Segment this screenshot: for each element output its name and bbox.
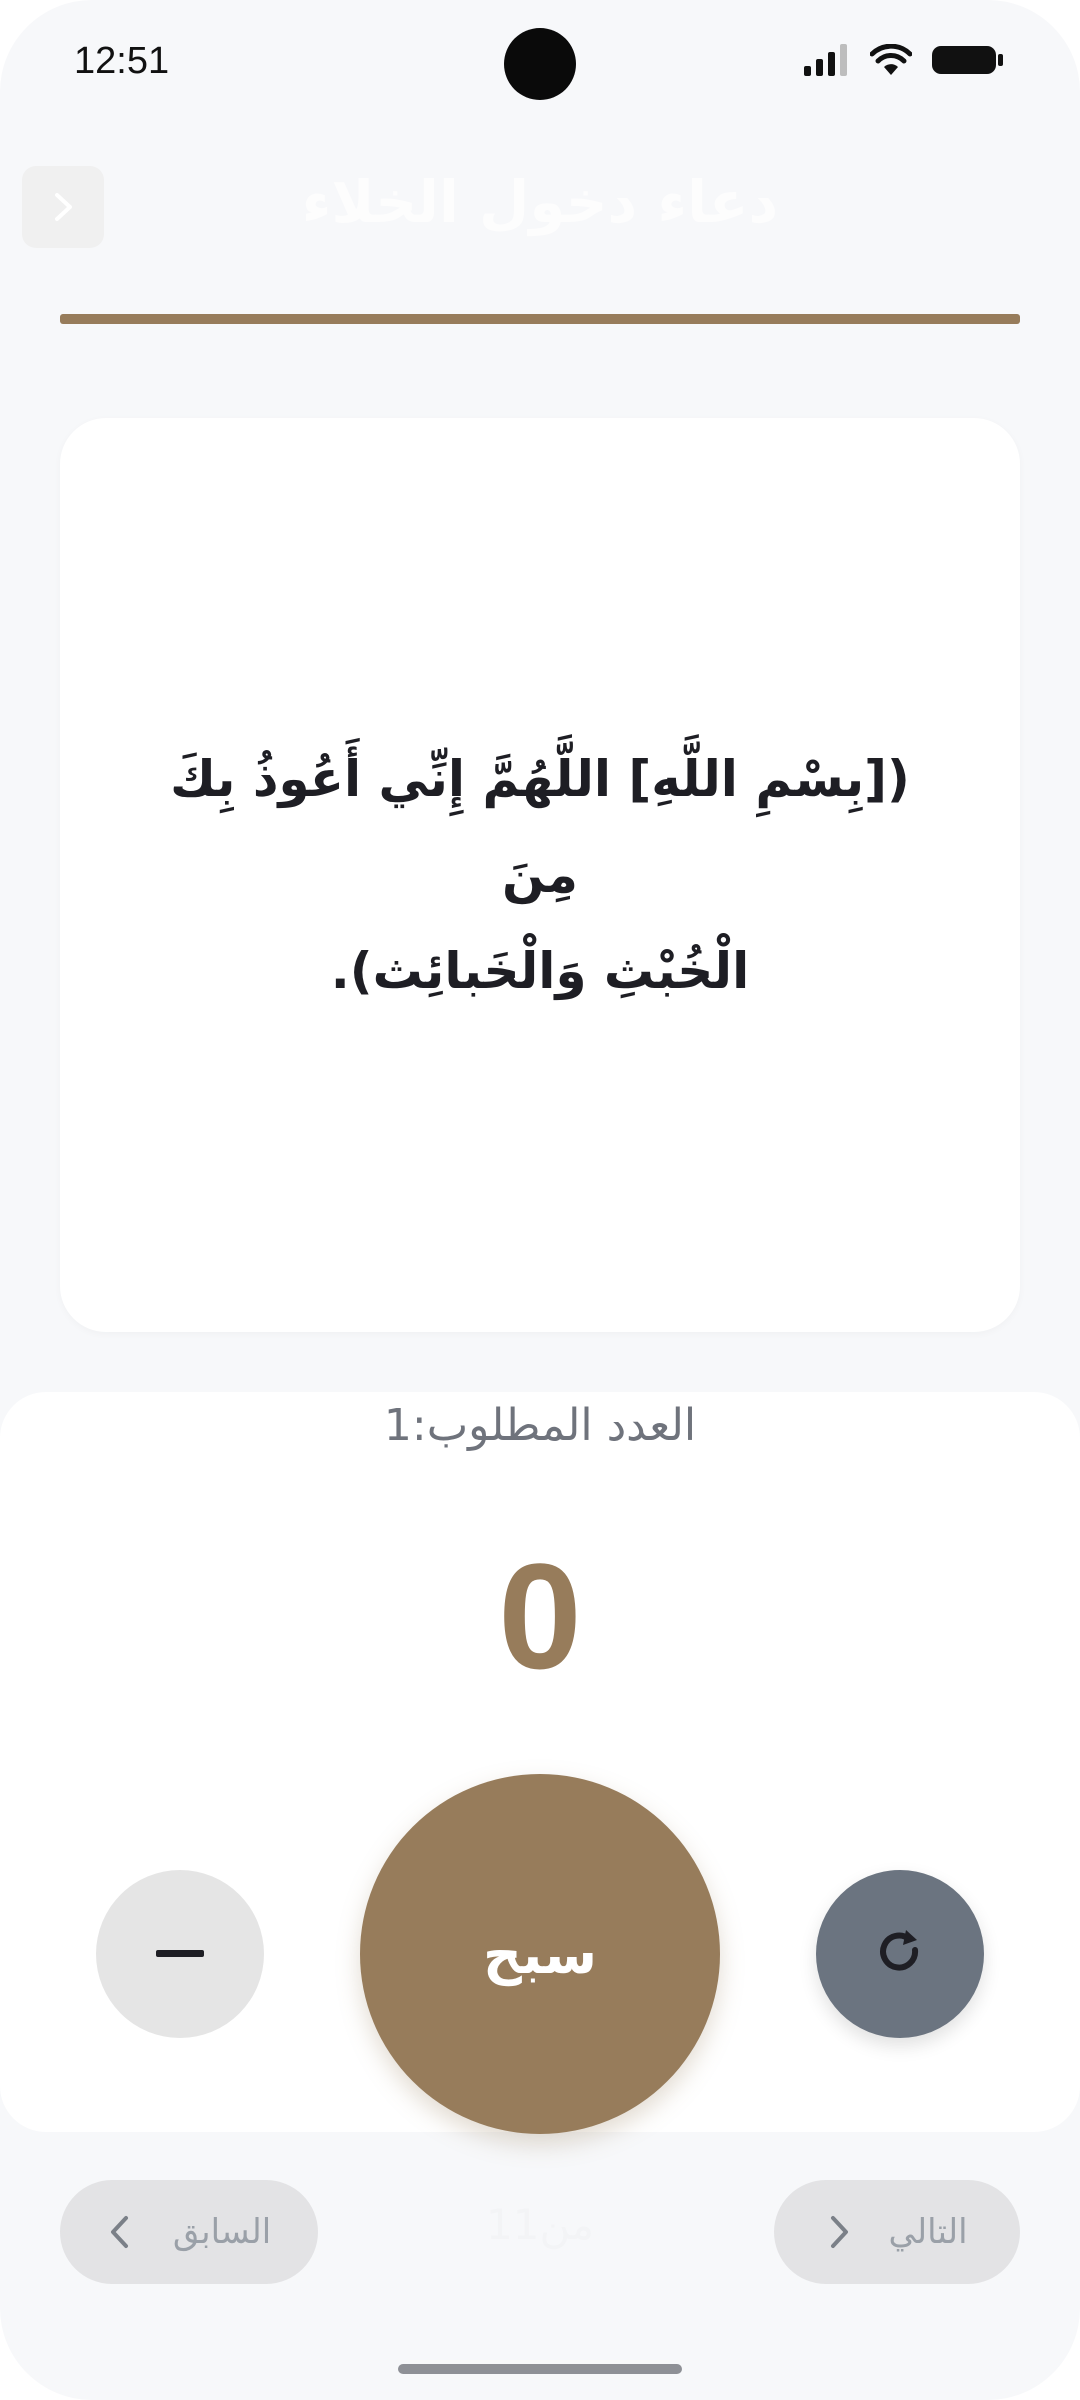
chevron-left-icon — [110, 2216, 128, 2248]
battery-icon — [932, 46, 1003, 74]
progress-bar-fill — [60, 314, 1020, 324]
status-icons — [804, 44, 1004, 76]
phone-screen: 12:51 دعاء دخول الخلاء ([بِسْمِ اللَّهِ] — [0, 0, 1080, 2400]
dhikr-text: ([بِسْمِ اللَّهِ] اللَّهُمَّ إِنِّي أَعُ… — [140, 731, 940, 1019]
dhikr-text-line-2: الْخُبْثِ وَالْخَبائِث). — [330, 942, 750, 1000]
reset-button[interactable] — [816, 1870, 984, 2038]
back-button[interactable] — [22, 166, 104, 248]
signal-icon — [804, 44, 847, 76]
previous-label: السابق — [172, 2212, 272, 2252]
chevron-right-icon — [831, 2216, 849, 2248]
dhikr-text-line-1: ([بِسْمِ اللَّهِ] اللَّهُمَّ إِنِّي أَعُ… — [170, 750, 910, 904]
next-label: التالي — [888, 2212, 968, 2252]
dhikr-card: ([بِسْمِ اللَّهِ] اللَّهُمَّ إِنِّي أَعُ… — [60, 418, 1020, 1332]
status-time: 12:51 — [74, 40, 170, 82]
home-indicator[interactable] — [398, 2364, 682, 2374]
progress-bar — [60, 314, 1020, 324]
refresh-icon — [880, 1930, 919, 1971]
wifi-icon — [870, 44, 912, 75]
chevron-right-icon — [55, 193, 72, 221]
next-button[interactable]: التالي — [774, 2180, 1020, 2284]
previous-button[interactable]: السابق — [60, 2180, 318, 2284]
decrement-button[interactable] — [96, 1870, 264, 2038]
minus-icon — [156, 1950, 204, 1957]
page-title: دعاء دخول الخلاء — [301, 168, 779, 236]
camera-cutout — [504, 28, 576, 100]
page-indicator: من11 — [486, 2200, 594, 2249]
tasbih-button[interactable]: سبح — [360, 1774, 720, 2134]
required-count-label: العدد المطلوب:1 — [383, 1400, 697, 1451]
count-value: 0 — [498, 1532, 582, 1700]
